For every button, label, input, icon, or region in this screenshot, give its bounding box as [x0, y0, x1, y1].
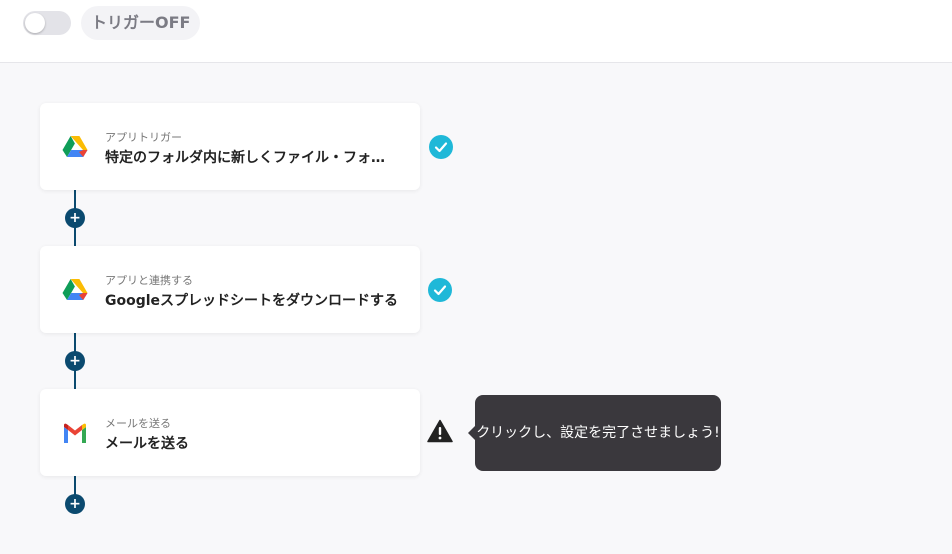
step-subtitle: アプリトリガー [105, 131, 182, 144]
tooltip-arrow [468, 426, 475, 440]
setup-hint-tooltip: クリックし、設定を完了させましょう! [475, 395, 721, 471]
top-bar: トリガーOFF [0, 0, 952, 63]
step-title: 特定のフォルダ内に新しくファイル・フォ… [105, 150, 385, 166]
trigger-status-label: トリガーOFF [81, 6, 201, 40]
step-subtitle: アプリと連携する [105, 274, 193, 287]
step-title: メールを送る [105, 436, 189, 452]
plus-icon: + [69, 496, 81, 512]
add-step-button[interactable]: + [65, 494, 85, 514]
add-step-button[interactable]: + [65, 351, 85, 371]
check-icon [429, 135, 453, 159]
add-step-button[interactable]: + [65, 208, 85, 228]
plus-icon: + [69, 210, 81, 226]
gmail-icon [64, 423, 86, 443]
check-icon [428, 278, 452, 302]
step-title: Googleスプレッドシートをダウンロードする [105, 293, 399, 309]
flow-step-card[interactable]: アプリトリガー 特定のフォルダ内に新しくファイル・フォ… [40, 103, 420, 190]
flow-connector [74, 476, 76, 496]
trigger-toggle[interactable] [23, 11, 71, 35]
plus-icon: + [69, 353, 81, 369]
google-drive-icon [62, 279, 88, 300]
step-subtitle: メールを送る [105, 417, 171, 430]
flow-step-card[interactable]: アプリと連携する Googleスプレッドシートをダウンロードする [40, 246, 420, 333]
toggle-knob [25, 13, 45, 33]
warning-icon [427, 419, 453, 443]
google-drive-icon [62, 136, 88, 157]
flow-step-card[interactable]: メールを送る メールを送る [40, 389, 420, 476]
